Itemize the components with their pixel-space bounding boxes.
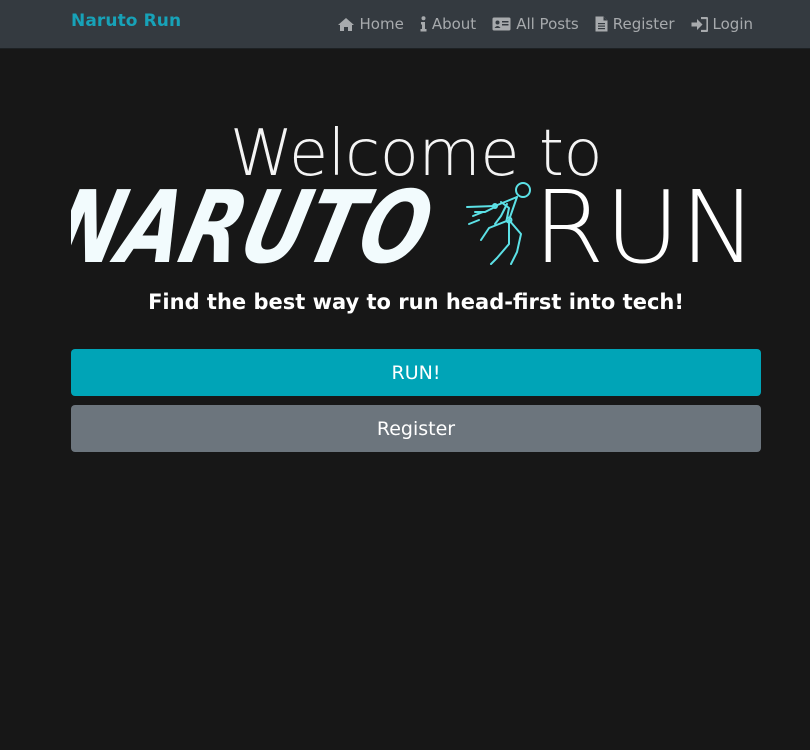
sign-in-icon	[691, 16, 708, 32]
naruto-run-logo: NARUTO RUN	[71, 180, 757, 268]
nav-about-label: About	[431, 15, 477, 33]
nav-register[interactable]: Register	[595, 15, 675, 33]
register-button[interactable]: Register	[71, 405, 761, 452]
home-icon	[337, 17, 354, 31]
id-card-icon	[492, 17, 511, 31]
tagline: Find the best way to run head-first into…	[148, 290, 684, 314]
info-icon	[420, 16, 427, 32]
navbar: Naruto Run Home About All Posts Register…	[0, 0, 810, 48]
nav-login-label: Login	[712, 15, 753, 33]
logo-run-text: RUN	[533, 180, 757, 268]
file-icon	[595, 16, 608, 32]
nav-about[interactable]: About	[420, 15, 476, 33]
nav-home[interactable]: Home	[337, 15, 404, 33]
nav-links: Home About All Posts Register Login	[337, 15, 753, 33]
nav-all-posts[interactable]: All Posts	[492, 15, 579, 33]
nav-login[interactable]: Login	[691, 15, 753, 33]
logo-naruto-text: NARUTO	[71, 180, 444, 268]
nav-all-posts-label: All Posts	[516, 15, 579, 33]
nav-home-label: Home	[359, 15, 404, 33]
run-button[interactable]: RUN!	[71, 349, 761, 396]
nav-register-label: Register	[612, 15, 675, 33]
runner-icon	[466, 182, 531, 265]
brand-link[interactable]: Naruto Run	[71, 11, 181, 31]
